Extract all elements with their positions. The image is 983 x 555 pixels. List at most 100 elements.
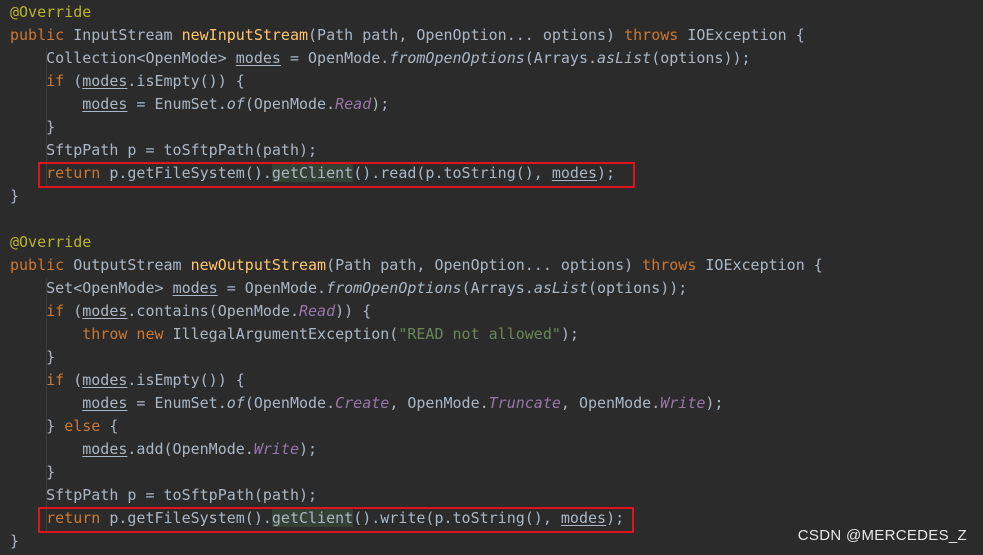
- code-line[interactable]: throw new IllegalArgumentException("READ…: [10, 323, 579, 346]
- code-token: = OpenMode.: [280, 49, 390, 67]
- code-token: }: [10, 348, 56, 366]
- code-token: (OpenMode.: [244, 394, 336, 412]
- code-line[interactable]: @Override: [10, 1, 91, 24]
- code-line[interactable]: }: [10, 116, 55, 139]
- code-highlighted-call: getClient: [271, 164, 354, 182]
- code-keyword: if: [46, 371, 74, 389]
- code-line[interactable]: SftpPath p = toSftpPath(path);: [10, 139, 317, 162]
- code-token: (Path path, OpenOption... options): [308, 26, 625, 44]
- code-token: )) {: [335, 302, 372, 320]
- code-string: "READ not allowed": [398, 325, 561, 343]
- code-variable: modes: [82, 394, 128, 412]
- code-keyword: throws: [642, 256, 706, 274]
- code-token: (: [73, 72, 83, 90]
- code-line[interactable]: public OutputStream newOutputStream(Path…: [10, 254, 823, 277]
- code-editor[interactable]: @Override public InputStream newInputStre…: [0, 0, 983, 555]
- watermark: CSDN @MERCEDES_Z: [797, 527, 967, 544]
- code-token: OutputStream: [73, 256, 191, 274]
- code-enum-constant: Read: [299, 302, 336, 320]
- code-line[interactable]: return p.getFileSystem().getClient().rea…: [10, 162, 615, 185]
- code-variable: modes: [551, 164, 598, 182]
- code-token: }: [10, 532, 20, 550]
- code-line[interactable]: }: [10, 346, 55, 369]
- code-token: (: [73, 302, 83, 320]
- code-token: );: [597, 164, 616, 182]
- code-enum-constant: Create: [335, 394, 390, 412]
- code-keyword: public: [10, 256, 74, 274]
- code-token: p.getFileSystem().: [109, 164, 272, 182]
- code-variable: modes: [172, 279, 218, 297]
- code-token: , OpenMode.: [389, 394, 489, 412]
- code-line[interactable]: }: [10, 530, 19, 553]
- code-token: InputStream: [73, 26, 182, 44]
- code-static-call: of: [226, 95, 245, 113]
- code-token: = EnumSet.: [127, 95, 227, 113]
- code-variable: modes: [82, 371, 128, 389]
- code-line[interactable]: modes = EnumSet.of(OpenMode.Read);: [10, 93, 389, 116]
- code-keyword: return: [46, 164, 110, 182]
- code-token: Set<OpenMode>: [10, 279, 173, 297]
- code-token: = OpenMode.: [217, 279, 327, 297]
- code-token: , OpenMode.: [560, 394, 661, 412]
- code-line[interactable]: @Override: [10, 231, 91, 254]
- code-token: );: [606, 509, 625, 527]
- code-enum-constant: Write: [253, 440, 299, 458]
- code-method-name: newOutputStream: [190, 256, 327, 274]
- code-token: IOException {: [705, 256, 823, 274]
- code-line[interactable]: }: [10, 461, 55, 484]
- code-static-call: fromOpenOptions: [326, 279, 462, 297]
- code-token: .contains(OpenMode.: [127, 302, 299, 320]
- code-token: IllegalArgumentException(: [172, 325, 399, 343]
- code-token: (OpenMode.: [244, 95, 336, 113]
- code-keyword: if: [46, 302, 74, 320]
- code-variable: modes: [82, 72, 128, 90]
- code-variable: modes: [560, 509, 607, 527]
- code-token: }: [10, 118, 56, 136]
- code-token: );: [371, 95, 390, 113]
- code-token: = EnumSet.: [127, 394, 227, 412]
- code-line[interactable]: if (modes.contains(OpenMode.Read)) {: [10, 300, 371, 323]
- code-enum-constant: Write: [660, 394, 706, 412]
- code-token: ().write(p.toString(),: [353, 509, 561, 527]
- code-token: .add(OpenMode.: [127, 440, 254, 458]
- code-token: }: [10, 417, 65, 435]
- code-keyword: throws: [624, 26, 688, 44]
- code-line[interactable]: }: [10, 185, 19, 208]
- code-line[interactable]: modes = EnumSet.of(OpenMode.Create, Open…: [10, 392, 723, 415]
- code-token: .isEmpty()) {: [127, 72, 245, 90]
- code-token: (options));: [651, 49, 751, 67]
- code-token: }: [10, 463, 56, 481]
- code-token: (Arrays.: [461, 279, 534, 297]
- code-line[interactable]: Set<OpenMode> modes = OpenMode.fromOpenO…: [10, 277, 687, 300]
- code-token: }: [10, 187, 20, 205]
- code-token: );: [705, 394, 724, 412]
- code-line[interactable]: Collection<OpenMode> modes = OpenMode.fr…: [10, 47, 751, 70]
- code-variable: modes: [82, 440, 128, 458]
- code-line[interactable]: modes.add(OpenMode.Write);: [10, 438, 317, 461]
- code-token: (: [73, 371, 83, 389]
- code-line[interactable]: } else {: [10, 415, 118, 438]
- code-line[interactable]: return p.getFileSystem().getClient().wri…: [10, 507, 624, 530]
- code-static-call: asList: [533, 279, 588, 297]
- code-line[interactable]: if (modes.isEmpty()) {: [10, 70, 245, 93]
- code-annotation: @Override: [10, 233, 92, 251]
- code-token: (Path path, OpenOption... options): [326, 256, 643, 274]
- code-keyword: if: [46, 72, 74, 90]
- code-line[interactable]: SftpPath p = toSftpPath(path);: [10, 484, 317, 507]
- code-variable: modes: [235, 49, 281, 67]
- code-line[interactable]: if (modes.isEmpty()) {: [10, 369, 245, 392]
- code-keyword: public: [10, 26, 74, 44]
- code-line[interactable]: public InputStream newInputStream(Path p…: [10, 24, 805, 47]
- code-enum-constant: Read: [335, 95, 372, 113]
- code-token: ().read(p.toString(),: [353, 164, 552, 182]
- code-token: IOException {: [687, 26, 805, 44]
- code-token: SftpPath p = toSftpPath(path);: [10, 486, 318, 504]
